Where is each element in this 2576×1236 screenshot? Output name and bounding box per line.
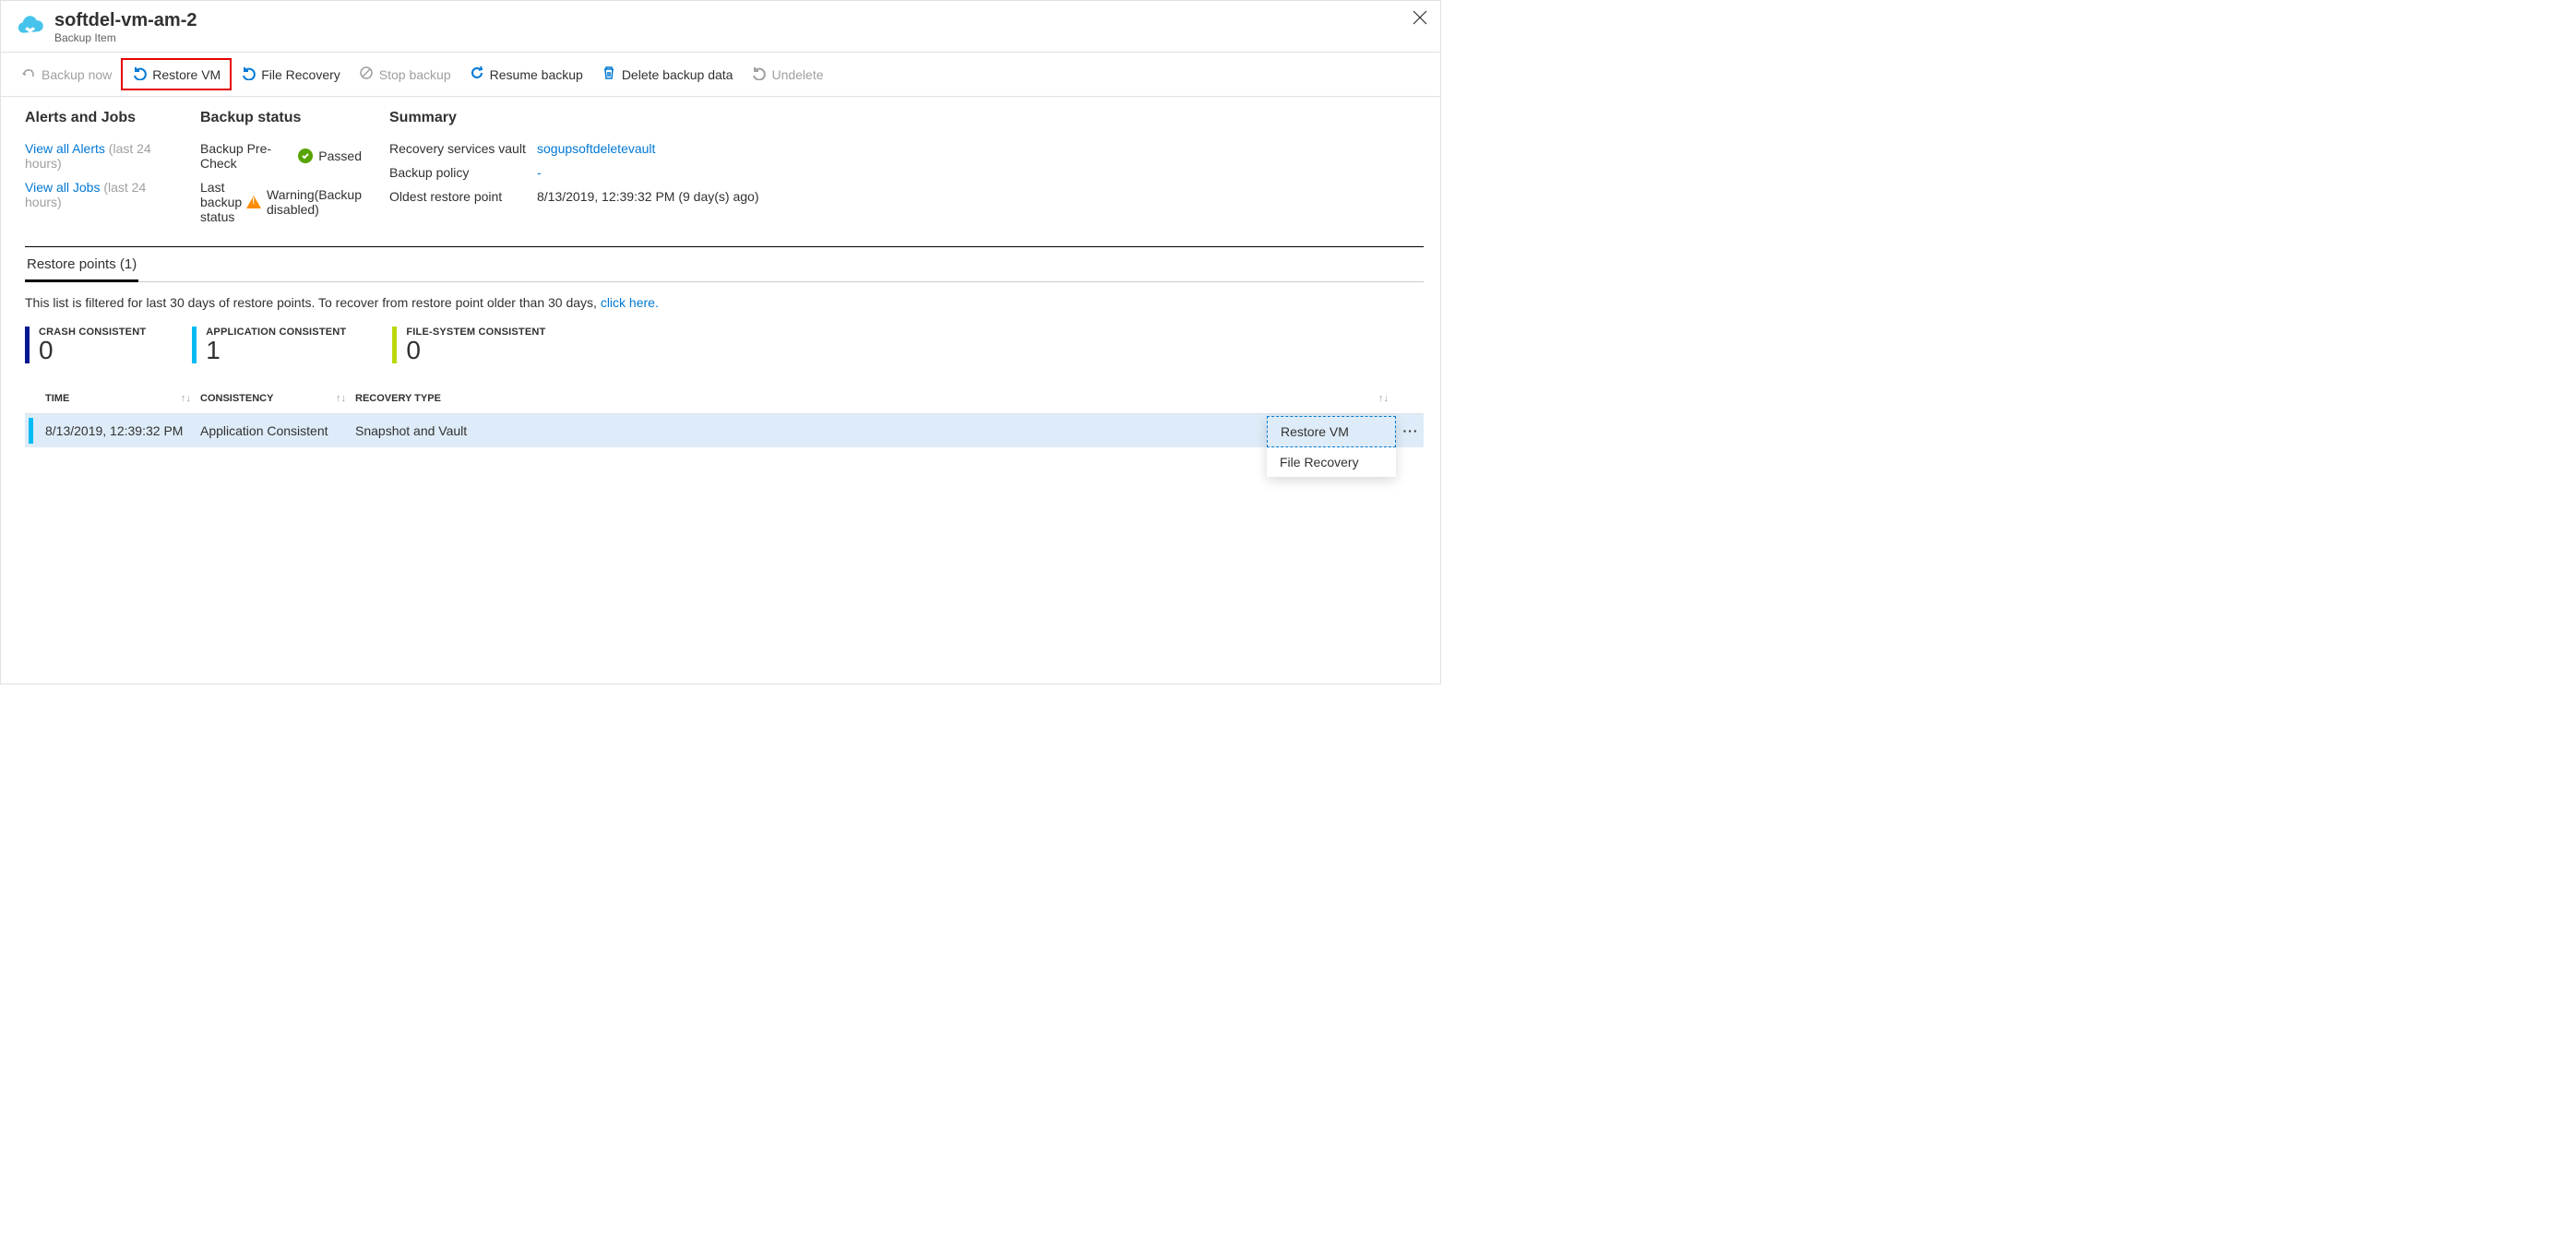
stat-fs: FILE-SYSTEM CONSISTENT 0 bbox=[392, 327, 545, 363]
hdr-consistency[interactable]: CONSISTENCY↑↓ bbox=[200, 393, 355, 404]
undo-icon bbox=[241, 65, 256, 83]
command-bar: Backup now Restore VM File Recovery Stop… bbox=[1, 53, 1440, 97]
undelete-label: Undelete bbox=[771, 67, 823, 82]
cell-time: 8/13/2019, 12:39:32 PM bbox=[45, 423, 200, 438]
policy-row: Backup policy - bbox=[389, 165, 1396, 180]
page-subtitle: Backup Item bbox=[54, 31, 197, 44]
precheck-row: Backup Pre-Check Passed bbox=[200, 141, 362, 171]
oldest-row: Oldest restore point 8/13/2019, 12:39:32… bbox=[389, 189, 1396, 204]
delete-backup-label: Delete backup data bbox=[622, 67, 733, 82]
restore-vm-label: Restore VM bbox=[152, 67, 221, 82]
stat-crash: CRASH CONSISTENT 0 bbox=[25, 327, 146, 363]
stop-backup-label: Stop backup bbox=[379, 67, 451, 82]
hdr-actions bbox=[1398, 393, 1424, 404]
header-text: softdel-vm-am-2 Backup Item bbox=[54, 10, 197, 44]
last-backup-label: Last backup status bbox=[200, 180, 246, 224]
info-columns: Alerts and Jobs View all Alerts (last 24… bbox=[25, 110, 1424, 233]
undelete-button: Undelete bbox=[742, 60, 832, 89]
summary-title: Summary bbox=[389, 110, 1396, 126]
stop-backup-button: Stop backup bbox=[350, 60, 460, 89]
summary-section: Summary Recovery services vault sogupsof… bbox=[389, 110, 1424, 233]
stat-fs-label: FILE-SYSTEM CONSISTENT bbox=[406, 327, 545, 338]
stat-fs-value: 0 bbox=[406, 338, 545, 363]
stat-app-value: 1 bbox=[206, 338, 346, 363]
tab-restore-points[interactable]: Restore points (1) bbox=[25, 247, 138, 282]
precheck-value: Passed bbox=[318, 149, 362, 163]
cell-consistency: Application Consistent bbox=[200, 423, 355, 438]
vault-row: Recovery services vault sogupsoftdeletev… bbox=[389, 141, 1396, 156]
restore-vm-button[interactable]: Restore VM bbox=[121, 58, 232, 90]
stat-crash-label: CRASH CONSISTENT bbox=[39, 327, 146, 338]
hdr-recovery-type[interactable]: RECOVERY TYPE↑↓ bbox=[355, 393, 1398, 404]
view-jobs-link[interactable]: View all Jobs bbox=[25, 180, 100, 195]
sort-icon: ↑↓ bbox=[1378, 393, 1398, 404]
precheck-label: Backup Pre-Check bbox=[200, 141, 298, 171]
stat-crash-value: 0 bbox=[39, 338, 146, 363]
oldest-value: 8/13/2019, 12:39:32 PM (9 day(s) ago) bbox=[537, 189, 758, 204]
delete-backup-data-button[interactable]: Delete backup data bbox=[592, 60, 743, 89]
row-actions-button[interactable]: ··· bbox=[1398, 423, 1424, 438]
undo-icon bbox=[132, 65, 147, 83]
resume-backup-button[interactable]: Resume backup bbox=[460, 60, 592, 89]
resume-backup-label: Resume backup bbox=[490, 67, 583, 82]
consistency-stats: CRASH CONSISTENT 0 APPLICATION CONSISTEN… bbox=[25, 327, 1424, 363]
filter-note-link[interactable]: click here. bbox=[601, 295, 659, 310]
file-recovery-label: File Recovery bbox=[261, 67, 340, 82]
last-backup-row: Last backup status Warning(Backup disabl… bbox=[200, 180, 362, 224]
content-area: Alerts and Jobs View all Alerts (last 24… bbox=[1, 97, 1440, 447]
consistency-color-bar bbox=[29, 418, 33, 444]
oldest-label: Oldest restore point bbox=[389, 189, 537, 204]
view-alerts-link[interactable]: View all Alerts bbox=[25, 141, 105, 156]
close-button[interactable] bbox=[1413, 10, 1427, 28]
backup-item-blade: softdel-vm-am-2 Backup Item Backup now R… bbox=[0, 0, 1441, 684]
alerts-title: Alerts and Jobs bbox=[25, 110, 173, 126]
undo-icon bbox=[751, 65, 766, 83]
backup-status-title: Backup status bbox=[200, 110, 362, 126]
cell-recovery-type: Snapshot and Vault bbox=[355, 423, 1398, 438]
table-row[interactable]: 8/13/2019, 12:39:32 PM Application Consi… bbox=[25, 414, 1424, 447]
page-title: softdel-vm-am-2 bbox=[54, 10, 197, 31]
refresh-icon bbox=[470, 65, 484, 83]
blade-header: softdel-vm-am-2 Backup Item bbox=[1, 1, 1440, 53]
filter-note: This list is filtered for last 30 days o… bbox=[25, 282, 1424, 327]
vault-label: Recovery services vault bbox=[389, 141, 537, 156]
backup-now-button: Backup now bbox=[12, 60, 121, 89]
recovery-vault-icon bbox=[16, 12, 47, 40]
warning-icon bbox=[246, 196, 261, 208]
view-alerts-row: View all Alerts (last 24 hours) bbox=[25, 141, 173, 171]
policy-label: Backup policy bbox=[389, 165, 537, 180]
vault-link[interactable]: sogupsoftdeletevault bbox=[537, 141, 655, 156]
tab-bar: Restore points (1) bbox=[25, 247, 1424, 282]
filter-note-text: This list is filtered for last 30 days o… bbox=[25, 295, 601, 310]
backup-now-label: Backup now bbox=[42, 67, 112, 82]
file-recovery-button[interactable]: File Recovery bbox=[232, 60, 350, 89]
backup-now-icon bbox=[21, 65, 36, 83]
trash-icon bbox=[602, 65, 616, 83]
hdr-time[interactable]: TIME↑↓ bbox=[45, 393, 200, 404]
policy-link[interactable]: - bbox=[537, 165, 542, 180]
context-restore-vm[interactable]: Restore VM bbox=[1267, 416, 1396, 447]
stat-app-label: APPLICATION CONSISTENT bbox=[206, 327, 346, 338]
last-backup-value: Warning(Backup disabled) bbox=[267, 187, 362, 217]
stat-app: APPLICATION CONSISTENT 1 bbox=[192, 327, 346, 363]
view-jobs-row: View all Jobs (last 24 hours) bbox=[25, 180, 173, 209]
table-header: TIME↑↓ CONSISTENCY↑↓ RECOVERY TYPE↑↓ bbox=[25, 384, 1424, 414]
success-icon bbox=[298, 149, 313, 163]
sort-icon: ↑↓ bbox=[181, 393, 200, 404]
context-file-recovery[interactable]: File Recovery bbox=[1267, 447, 1396, 477]
sort-icon: ↑↓ bbox=[336, 393, 355, 404]
backup-status-section: Backup status Backup Pre-Check Passed La… bbox=[200, 110, 389, 233]
stop-icon bbox=[359, 65, 374, 83]
context-menu: Restore VM File Recovery bbox=[1267, 416, 1396, 477]
alerts-section: Alerts and Jobs View all Alerts (last 24… bbox=[25, 110, 200, 233]
